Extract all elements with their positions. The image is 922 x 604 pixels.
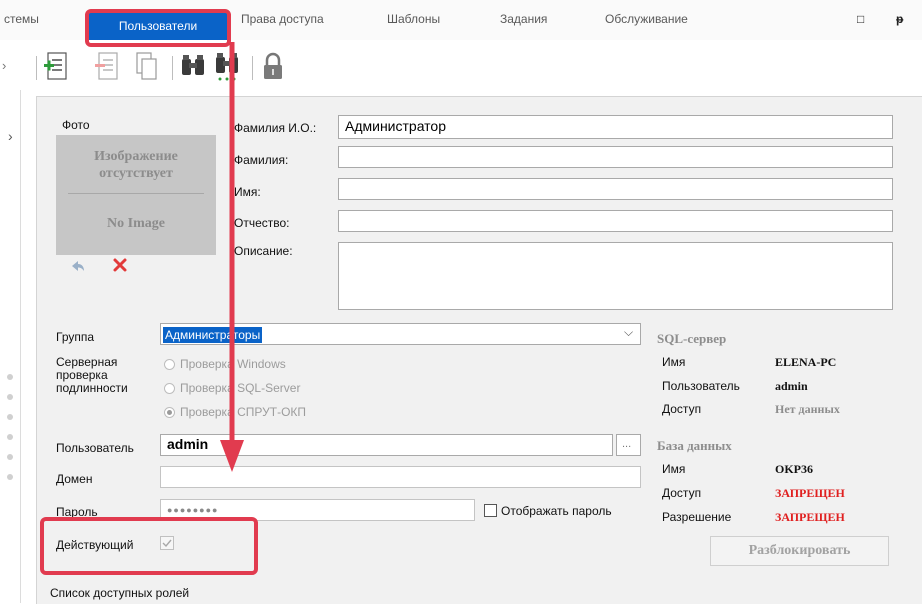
annotation-arrow-icon [220,42,244,472]
show-password-checkbox[interactable] [484,504,497,517]
auth-label: Серверная проверка подлинности [56,355,128,395]
db-permission-label: Разрешение [662,510,732,524]
full-name-input[interactable]: Администратор [338,115,893,139]
domain-label: Домен [56,472,93,486]
sql-user-value: admin [775,379,808,393]
annotation-frame-users-tab [85,9,231,47]
sql-server-title: SQL-сервер [657,331,727,346]
photo-placeholder-text-en: No Image [107,216,165,231]
dock-dot-icon [7,394,13,400]
dock-dot-icon [7,474,13,480]
radio-windows-auth[interactable] [164,359,175,370]
last-name-input[interactable] [338,146,893,168]
db-name-label: Имя [662,462,686,476]
menu-item-templates[interactable]: Шаблоны [387,12,440,26]
toolbar-separator [252,56,253,80]
dock-dot-icon [7,414,13,420]
toolbar-separator [36,56,37,80]
dock-chevron-icon[interactable]: › [8,128,13,144]
remove-document-icon[interactable] [95,51,121,83]
dock-dot-icon [7,374,13,380]
roles-list-label: Список доступных ролей [50,586,190,600]
database-title: База данных [657,438,732,453]
pin-icon[interactable]: ᵽ [896,12,903,26]
show-password-label: Отображать пароль [501,504,612,518]
find-icon[interactable] [180,51,206,83]
menu-item-system[interactable]: стемы [4,12,39,26]
menu-item-tasks[interactable]: Задания [500,12,547,26]
add-document-icon[interactable] [44,51,70,83]
sql-name-value: ELENA-PC [775,355,837,369]
first-name-input[interactable] [338,178,893,200]
db-name-value: OKP36 [775,462,813,476]
dock-dot-icon [7,454,13,460]
sql-name-label: Имя [662,355,686,369]
copy-document-icon[interactable] [134,51,160,83]
radio-sprut-auth[interactable] [164,407,175,418]
dock-dot-icon [7,434,13,440]
lock-icon[interactable] [260,51,286,83]
restore-icon[interactable]: □ [857,12,864,26]
annotation-frame-active [40,517,258,575]
middle-name-input[interactable] [338,210,893,232]
menu-item-maintenance[interactable]: Обслуживание [605,12,688,26]
group-label: Группа [56,330,95,344]
menu-item-access-rights[interactable]: Права доступа [241,12,324,26]
radio-sql-auth[interactable] [164,383,175,394]
sql-access-label: Доступ [662,402,702,416]
description-textarea[interactable] [338,242,893,310]
db-access-value: ЗАПРЕЩЕН [775,486,845,500]
photo-label: Фото [62,118,90,132]
user-label: Пользователь [56,441,134,455]
photo-placeholder-text-ru: Изображение отсутствует [94,149,178,181]
delete-photo-icon[interactable] [112,257,128,276]
photo-divider [68,193,204,194]
chevron-down-icon[interactable]: ⌵ [624,325,633,340]
toolbar-separator [172,56,173,80]
sql-access-value: Нет данных [775,402,840,416]
sql-user-label: Пользователь [662,379,740,393]
left-dock-strip [0,90,21,603]
undo-photo-icon[interactable] [70,259,86,276]
browse-user-button[interactable]: ... [616,434,641,456]
overflow-chevron-icon[interactable]: › [2,58,6,73]
db-permission-value: ЗАПРЕЩЕН [775,510,845,524]
unlock-button[interactable]: Разблокировать [710,536,889,566]
db-access-label: Доступ [662,486,702,500]
